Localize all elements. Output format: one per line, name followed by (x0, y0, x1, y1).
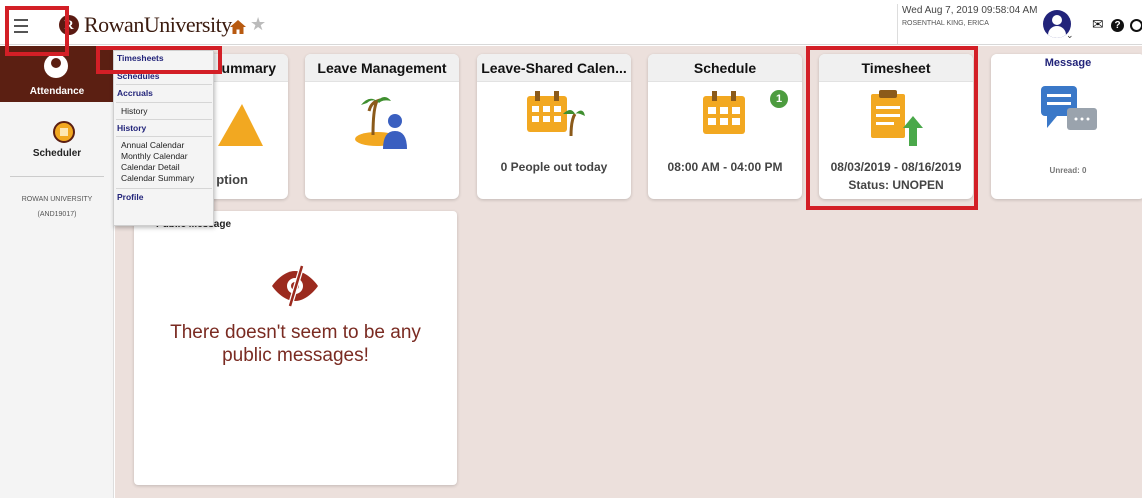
menu-item-schedules[interactable]: Schedules (117, 71, 160, 81)
org-code: (AND19017) (37, 211, 77, 218)
menu-divider (116, 102, 212, 103)
header-divider (897, 4, 898, 44)
menu-divider (116, 84, 212, 85)
top-header: R RowanUniversity ★ Wed Aug 7, 2019 09:5… (0, 0, 1142, 45)
tile-title: Leave Management (305, 54, 459, 82)
current-user: ROSENTHAL KING, ERICA (902, 20, 989, 27)
org-name: ROWAN UNIVERSITY (21, 196, 93, 203)
menu-item-timesheets[interactable]: Timesheets (117, 53, 164, 63)
menu-item-monthly-calendar[interactable]: Monthly Calendar (121, 151, 188, 161)
tile-title: Message (991, 54, 1142, 72)
dashboard: ummary ption Leave Management Leave-Shar… (115, 46, 1142, 498)
rail-item-attendance[interactable]: Attendance (0, 46, 114, 102)
tile-title: Leave-Shared Calen... (477, 54, 631, 82)
empty-messages-line2: public messages! (222, 345, 369, 366)
rail-item-scheduler[interactable]: Scheduler (0, 148, 114, 159)
menu-item-history[interactable]: History (117, 123, 146, 133)
tile-leave-shared-calendar[interactable]: Leave-Shared Calen... 0 People out today (477, 54, 631, 199)
current-datetime: Wed Aug 7, 2019 09:58:04 AM (902, 5, 1038, 16)
calendar-icon (703, 91, 745, 134)
menu-divider (116, 119, 212, 120)
rowan-logo-icon: R (59, 15, 79, 35)
message-icon (1041, 86, 1097, 130)
menu-item-calendar-detail[interactable]: Calendar Detail (121, 162, 180, 172)
tile-title: Timesheet (819, 54, 973, 82)
menu-item-profile[interactable]: Profile (117, 192, 143, 202)
empty-messages-text: There doesn't seem to be any public mess… (134, 321, 457, 367)
menu-item-annual-calendar[interactable]: Annual Calendar (121, 140, 184, 150)
chevron-down-icon[interactable]: ⌄ (1066, 30, 1074, 41)
eye-slash-icon (272, 265, 318, 307)
tile-leave-management[interactable]: Leave Management (305, 54, 459, 199)
tile-footer: 08:00 AM - 04:00 PM (667, 160, 783, 174)
left-rail: Attendance Scheduler ROWAN UNIVERSITY (A… (0, 46, 114, 498)
menu-item-calendar-summary[interactable]: Calendar Summary (121, 173, 194, 183)
attendance-icon (44, 54, 68, 78)
star-icon[interactable]: ★ (250, 14, 266, 35)
menu-divider (116, 188, 212, 189)
timesheet-upload-icon (871, 90, 923, 146)
tile-footer: 08/03/2019 - 08/16/2019 (830, 160, 962, 174)
unread-count: Unread: 0 (1049, 166, 1087, 175)
scheduler-icon[interactable] (53, 121, 75, 143)
island-person-icon (355, 97, 407, 149)
attendance-menu: Timesheets Schedules Accruals History Hi… (113, 50, 214, 226)
warning-icon (218, 104, 263, 146)
public-message-card: Public Message There doesn't seem to be … (134, 211, 457, 485)
menu-divider (116, 136, 212, 137)
tile-message[interactable]: Message Unread: 0 (991, 54, 1142, 199)
tile-schedule[interactable]: Schedule 1 08:00 AM - 04:00 PM (648, 54, 802, 199)
app-title: RowanUniversity (84, 12, 232, 37)
schedule-badge: 1 (770, 90, 788, 108)
mail-icon[interactable]: ✉ (1092, 17, 1104, 33)
menu-item-accrual-history[interactable]: History (121, 106, 147, 116)
header-top-line (0, 0, 1142, 4)
tile-footer: 0 People out today (500, 160, 608, 174)
hamburger-icon[interactable] (14, 19, 28, 33)
help-icon[interactable]: ? (1111, 19, 1124, 32)
calendar-palm-icon (527, 91, 585, 137)
timesheet-status: Status: UNOPEN (848, 178, 944, 192)
menu-item-accruals[interactable]: Accruals (117, 88, 153, 98)
rail-item-label: Attendance (29, 86, 85, 97)
rail-divider (10, 176, 104, 177)
empty-messages-line1: There doesn't seem to be any (170, 322, 421, 343)
tile-title: Schedule (648, 54, 802, 82)
tile-timesheet[interactable]: Timesheet 08/03/2019 - 08/16/2019 Status… (819, 54, 973, 199)
power-icon[interactable] (1130, 19, 1142, 32)
home-icon[interactable] (229, 19, 247, 35)
